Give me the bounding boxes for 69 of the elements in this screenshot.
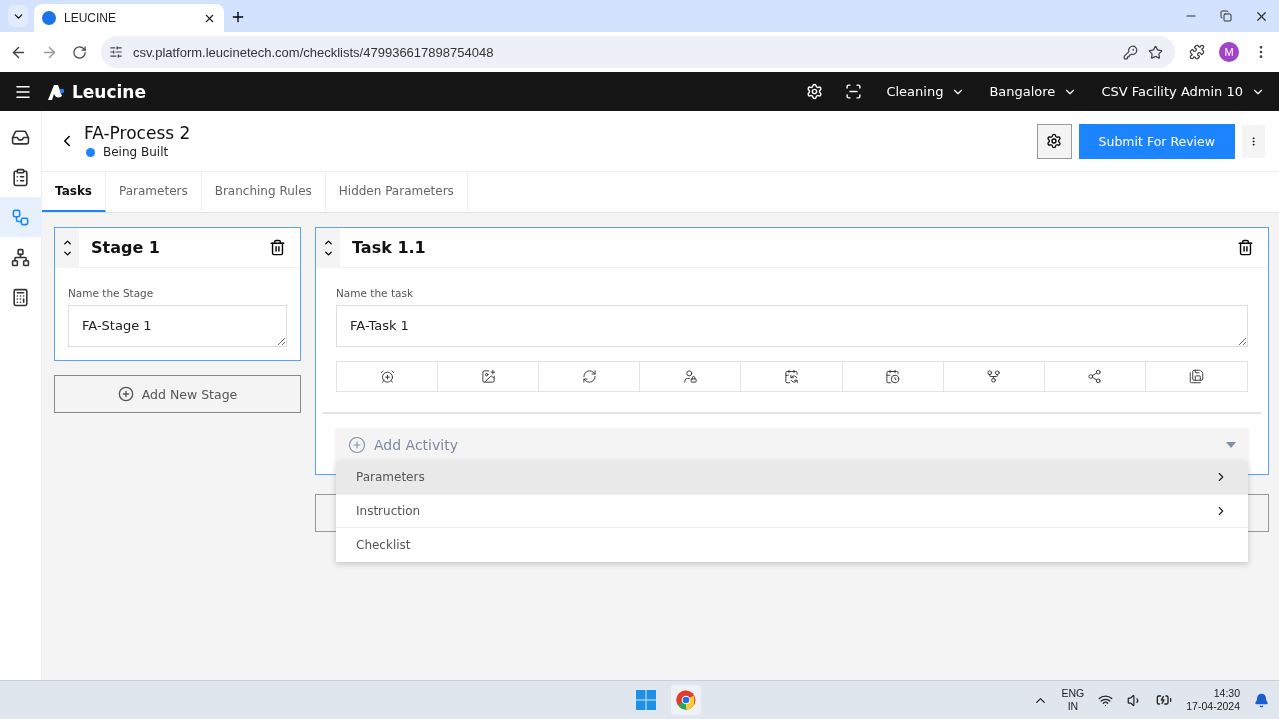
status-dot (86, 147, 95, 157)
inbox-icon (11, 127, 30, 147)
user-lock-icon (682, 369, 698, 384)
dropdown-label: Bangalore (989, 84, 1056, 99)
clipboard-icon (11, 167, 30, 187)
address-bar[interactable]: csv.platform.leucinetech.com/checklists/479936617898754048 (101, 36, 1175, 68)
header-dropdown[interactable]: Bangalore (989, 84, 1078, 99)
hierarchy-icon (11, 247, 30, 267)
reload-icon[interactable] (72, 44, 87, 60)
menu-item[interactable]: Checklist (336, 528, 1248, 562)
settings-icon[interactable] (806, 83, 824, 100)
menu-item[interactable]: Parameters (336, 461, 1248, 495)
key-icon[interactable] (1123, 44, 1138, 60)
stage-name-field[interactable]: FA-Stage 1 (68, 305, 287, 347)
calculator-icon (11, 287, 30, 307)
image-icon (480, 369, 496, 384)
favicon-icon (42, 11, 56, 25)
menu-item-label: Instruction (356, 503, 422, 518)
workflow-icon (11, 207, 30, 227)
settings-icon (1046, 133, 1063, 149)
battery-icon[interactable] (1156, 692, 1173, 708)
brand-name: Leucine (72, 81, 146, 102)
task-title: Task 1.1 (352, 238, 427, 257)
field-label: Name the Stage (68, 287, 155, 299)
plus-circle-icon (348, 435, 366, 454)
reorder-control[interactable] (55, 227, 79, 268)
submit-button[interactable]: Submit For Review (1078, 123, 1235, 159)
notification-icon[interactable] (1254, 692, 1269, 708)
wifi-icon[interactable] (1098, 692, 1114, 708)
tab[interactable]: Tasks (42, 172, 106, 212)
reorder-control[interactable] (316, 227, 340, 268)
tab[interactable]: Parameters (106, 172, 202, 212)
browser-tab[interactable]: LEUCINE (34, 4, 224, 32)
language-indicator[interactable]: ENG IN (1061, 687, 1085, 713)
hierarchy-icon (986, 369, 1002, 384)
dropdown-label: Cleaning (886, 84, 944, 99)
settings-button[interactable] (1036, 123, 1072, 159)
restore-icon[interactable] (1220, 10, 1232, 22)
bookmark-star-icon[interactable] (1148, 44, 1163, 60)
new-tab-icon[interactable] (230, 9, 246, 25)
refresh-icon (581, 369, 597, 384)
status-text: Being Built (103, 145, 169, 159)
tab[interactable]: Hidden Parameters (325, 172, 468, 212)
alarm-icon (379, 369, 395, 384)
menu-item[interactable]: Instruction (336, 494, 1248, 528)
calendar-clock-icon (885, 369, 901, 384)
menu-item-label: Parameters (356, 470, 426, 485)
calendar-sync-icon (784, 369, 799, 384)
plus-circle-icon (117, 386, 134, 402)
task-name-field[interactable]: FA-Task 1 (336, 305, 1248, 347)
stage-title: Stage 1 (91, 238, 161, 257)
header-dropdown[interactable]: Cleaning (886, 84, 966, 99)
clock[interactable]: 14:30 17-04-2024 (1186, 687, 1240, 713)
site-settings-icon[interactable] (109, 45, 123, 59)
delete-icon[interactable] (269, 239, 286, 256)
menu-item-label: Checklist (356, 537, 412, 552)
page-title: FA-Process 2 (84, 123, 191, 143)
scan-icon[interactable] (845, 83, 863, 100)
tab-title: LEUCINE (64, 11, 116, 25)
extensions-icon[interactable] (1189, 44, 1205, 60)
tab[interactable]: Branching Rules (201, 172, 326, 212)
browser-icon[interactable] (671, 685, 702, 715)
field-label: Name the task (336, 287, 414, 299)
add-stage-button[interactable]: Add New Stage (54, 375, 301, 413)
url-text: csv.platform.leucinetech.com/checklists/479936617898754048 (133, 44, 495, 60)
caret-icon (1226, 441, 1236, 448)
delete-icon[interactable] (1237, 239, 1254, 256)
tab-list-button[interactable] (8, 5, 28, 27)
profile-avatar[interactable]: M (1219, 42, 1239, 62)
